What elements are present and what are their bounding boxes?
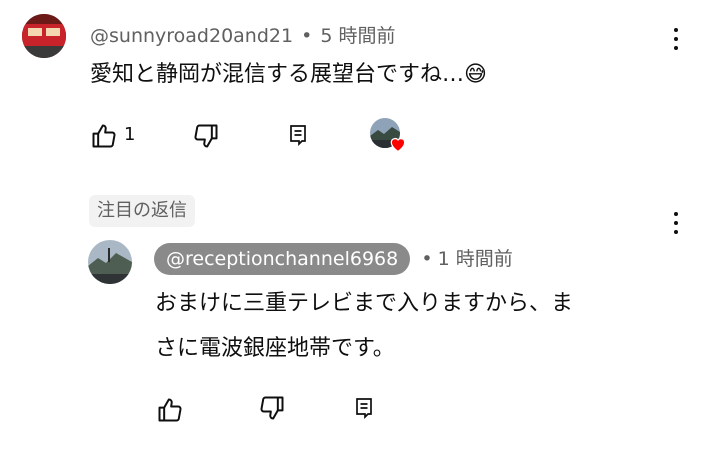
- comment-meta: @sunnyroad20and21 • 5 時間前: [90, 21, 396, 48]
- creator-heart-icon: [390, 137, 406, 153]
- reply-dislike-button[interactable]: [258, 394, 286, 422]
- commenter-avatar[interactable]: [22, 14, 66, 58]
- meta-separator: •: [301, 25, 313, 47]
- replier-avatar[interactable]: [88, 240, 132, 284]
- thumbs-up-icon: [92, 124, 116, 148]
- reply-like-button[interactable]: [156, 396, 184, 424]
- thumbs-up-icon: [158, 398, 182, 422]
- reply-more-button[interactable]: [674, 212, 678, 234]
- reply-time[interactable]: 1 時間前: [438, 248, 513, 270]
- reply-text-line-2: さに電波銀座地帯です。: [155, 336, 395, 361]
- reply-icon: [290, 125, 306, 147]
- thumbs-down-icon: [260, 396, 284, 420]
- highlighted-reply-badge: 注目の返信: [89, 195, 195, 227]
- reply-meta: @receptionchannel6968 • 1 時間前: [154, 243, 513, 275]
- creator-heart[interactable]: [370, 118, 410, 156]
- reply-reply-button[interactable]: [352, 396, 376, 420]
- commenter-handle[interactable]: @sunnyroad20and21: [90, 25, 293, 47]
- reply-button[interactable]: [286, 123, 310, 147]
- reply-text-line-1: おまけに三重テレビまで入りますから、ま: [155, 291, 574, 316]
- meta-separator: •: [421, 248, 433, 270]
- dislike-button[interactable]: [192, 122, 220, 150]
- like-button[interactable]: [90, 122, 118, 150]
- comment-time[interactable]: 5 時間前: [320, 25, 395, 47]
- like-count: 1: [124, 124, 136, 145]
- comment-text-row: 愛知と静岡が混信する展望台ですね…😅: [90, 53, 487, 97]
- thumbs-down-icon: [194, 124, 218, 148]
- reply-icon: [356, 398, 372, 420]
- train-avatar-image: [22, 14, 66, 58]
- sweat-smile-emoji: 😅: [464, 62, 487, 87]
- replier-handle[interactable]: @receptionchannel6968: [154, 243, 411, 275]
- comment-more-button[interactable]: [674, 28, 678, 50]
- comment-text: 愛知と静岡が混信する展望台ですね…: [90, 62, 465, 87]
- mountain-avatar-image: [88, 240, 132, 284]
